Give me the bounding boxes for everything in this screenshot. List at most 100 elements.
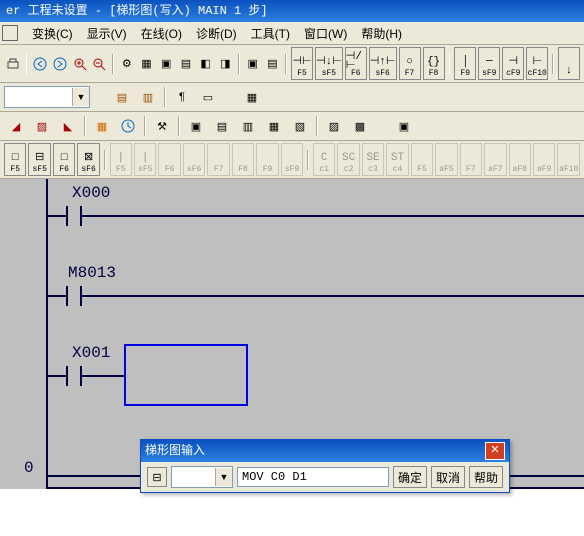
tool-icon[interactable]: ▥ [236,114,260,138]
toolbar-1: ⚙ ▦ ▣ ▤ ◧ ◨ ▣ ▤ ⊣⊢F5 ⊣↓⊢sF5 ⊣/⊢F6 ⊣↑⊢sF6… [0,45,584,83]
menu-view[interactable]: 显示(V) [81,23,133,44]
tool-icon[interactable]: ⚙ [118,52,136,76]
zoom-in-icon[interactable] [71,52,89,76]
fkey: sF9 [281,143,303,176]
title-text: er 工程未设置 - [梯形图(写入) MAIN 1 步] [6,4,268,18]
help-button[interactable]: 帮助 [469,466,503,488]
contact-x000[interactable] [66,206,82,226]
fkey-f9[interactable]: │F9 [454,47,476,80]
symbol-combo[interactable]: ▼ [171,466,233,488]
tool-icon[interactable]: ▦ [138,52,156,76]
tool-icon[interactable]: ¶ [170,85,194,109]
menu-online[interactable]: 在线(O) [135,23,188,44]
menu-help[interactable]: 帮助(H) [355,23,408,44]
fkey: F5 [411,143,433,176]
fkey-f6[interactable]: ⊣/⊢F6 [345,47,367,80]
menu-diagnose[interactable]: 诊断(D) [190,23,243,44]
fkey: F9 [256,143,278,176]
tool-icon[interactable]: ▨ [30,114,54,138]
ladder-editor[interactable]: X000 M8013 X001 0 梯形图输入 ✕ ⊟ ▼ 确定 取消 [0,179,584,536]
fkey-cf10[interactable]: ⊢cF10 [526,47,548,80]
combo-1[interactable]: ▼ [4,86,90,108]
fkey: |F5 [110,143,132,176]
tool-icon[interactable]: ▧ [288,114,312,138]
fkey-f8[interactable]: {}F8 [423,47,445,80]
tool-icon[interactable]: ◣ [56,114,80,138]
fkey: aF9 [533,143,555,176]
contact-label: M8013 [68,264,116,282]
clock-icon[interactable] [116,114,140,138]
tool-icon[interactable]: ◢ [4,114,28,138]
toolbar-4: □F5 ⊟sF5 □F6 ⊠sF6 |F5 |sF5 F6 sF6 F7 F8 … [0,141,584,179]
instruction-input[interactable] [237,467,389,487]
tool-icon[interactable]: ▦ [240,85,264,109]
contact-label: X001 [72,344,110,362]
contact-x001[interactable] [66,366,82,386]
tool-icon[interactable]: ▤ [210,114,234,138]
fkey: aF10 [557,143,579,176]
contact-m8013[interactable] [66,286,82,306]
tool-icon[interactable]: ▤ [177,52,195,76]
fkey-extra[interactable]: ↓ [558,47,580,80]
fkey: Cc1 [313,143,335,176]
title-bar: er 工程未设置 - [梯形图(写入) MAIN 1 步] [0,0,584,22]
fkey-sf5[interactable]: ⊣↓⊢sF5 [315,47,343,80]
fkey-cf9[interactable]: ⊣cF9 [502,47,524,80]
tool-icon[interactable]: ▦ [262,114,286,138]
dialog-titlebar[interactable]: 梯形图输入 ✕ [141,440,509,462]
tool-icon[interactable]: ▣ [244,52,262,76]
fkey-sf9[interactable]: ─sF9 [478,47,500,80]
print-icon[interactable] [4,52,22,76]
menu-bar: 变换(C) 显示(V) 在线(O) 诊断(D) 工具(T) 窗口(W) 帮助(H… [0,22,584,45]
fkey: F8 [232,143,254,176]
fkey: STc4 [386,143,408,176]
tool-icon[interactable]: ⚒ [150,114,174,138]
nav-back-icon[interactable] [31,52,49,76]
zoom-out-icon[interactable] [91,52,109,76]
fkey: SEc3 [362,143,384,176]
fkey-sf6[interactable]: ⊣↑⊢sF6 [369,47,397,80]
ladder-input-dialog: 梯形图输入 ✕ ⊟ ▼ 确定 取消 帮助 [140,439,510,493]
editor-blank [0,489,584,536]
dialog-body: ⊟ ▼ 确定 取消 帮助 [141,462,509,492]
close-icon[interactable]: ✕ [485,442,505,460]
fkey[interactable]: □F6 [53,143,75,176]
tool-icon[interactable]: ▭ [196,85,220,109]
tool-icon[interactable]: ◧ [197,52,215,76]
step-number: 0 [24,459,34,477]
tool-icon[interactable]: ▨ [322,114,346,138]
tool-icon[interactable]: ▣ [392,114,416,138]
fkey[interactable]: □F5 [4,143,26,176]
symbol-picker-icon[interactable]: ⊟ [147,467,167,487]
ok-button[interactable]: 确定 [393,466,427,488]
fkey: F7 [460,143,482,176]
toolbar-2: ▼ ▤ ▥ ¶ ▭ ▦ [0,83,584,112]
fkey: F7 [207,143,229,176]
menu-tools[interactable]: 工具(T) [245,23,296,44]
fkey: aF8 [509,143,531,176]
fkey: SCc2 [337,143,359,176]
cursor-box[interactable] [124,344,248,406]
fkey-f7[interactable]: ○F7 [399,47,421,80]
fkey: F6 [158,143,180,176]
fkey: |sF5 [134,143,156,176]
tool-icon[interactable]: ▣ [184,114,208,138]
fkey: aF5 [435,143,457,176]
nav-fwd-icon[interactable] [51,52,69,76]
menu-window[interactable]: 窗口(W) [298,23,353,44]
tool-icon[interactable]: ▥ [136,85,160,109]
menu-convert[interactable]: 变换(C) [26,23,79,44]
fkey[interactable]: ⊠sF6 [77,143,99,176]
fkey-f5[interactable]: ⊣⊢F5 [291,47,313,80]
tool-icon[interactable]: ▩ [348,114,372,138]
fkey[interactable]: ⊟sF5 [28,143,50,176]
tool-icon[interactable]: ▣ [157,52,175,76]
cancel-button[interactable]: 取消 [431,466,465,488]
tool-icon[interactable]: ▦ [90,114,114,138]
sys-icon [2,25,18,41]
tool-icon[interactable]: ▤ [110,85,134,109]
tool-icon[interactable]: ◨ [216,52,234,76]
fkey: aF7 [484,143,506,176]
left-rail [46,179,48,536]
tool-icon[interactable]: ▤ [264,52,282,76]
